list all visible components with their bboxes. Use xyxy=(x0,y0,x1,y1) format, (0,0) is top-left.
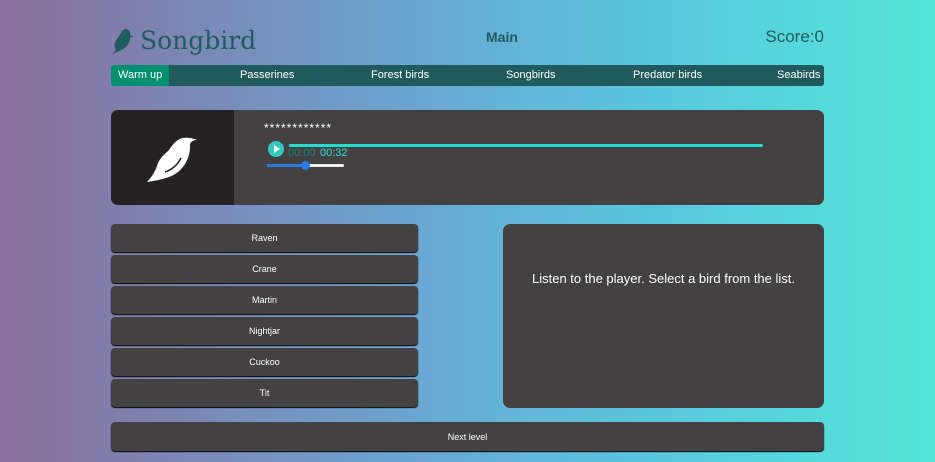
logo[interactable]: Songbird xyxy=(111,26,256,55)
answer-list: Raven Crane Martin Nightjar Cuckoo Tit xyxy=(111,224,418,410)
volume-knob[interactable] xyxy=(301,161,310,170)
answer-option[interactable]: Tit xyxy=(111,379,418,407)
time-current: 00:00 xyxy=(288,147,316,159)
bird-logo-icon xyxy=(113,28,134,54)
answer-option[interactable]: Raven xyxy=(111,224,418,252)
instruction-text: Listen to the player. Select a bird from… xyxy=(531,271,796,286)
bird-silhouette-icon xyxy=(146,137,197,182)
nav-item-warm-up[interactable]: Warm up xyxy=(111,65,170,86)
play-button[interactable] xyxy=(268,141,284,157)
nav-item-predator-birds[interactable]: Predator birds xyxy=(633,65,702,86)
answer-option[interactable]: Nightjar xyxy=(111,317,418,345)
answer-option[interactable]: Crane xyxy=(111,255,418,283)
volume-slider[interactable] xyxy=(267,161,344,170)
nav-item-songbirds[interactable]: Songbirds xyxy=(506,65,556,86)
hidden-bird-name: ************ xyxy=(264,121,333,135)
nav-item-passerines[interactable]: Passerines xyxy=(240,65,294,86)
score: Score:0 xyxy=(765,27,824,47)
score-value: 0 xyxy=(814,27,824,46)
nav-item-forest-birds[interactable]: Forest birds xyxy=(371,65,429,86)
main-link[interactable]: Main xyxy=(486,29,518,45)
header: Songbird Main Score:0 xyxy=(111,22,824,58)
score-label: Score: xyxy=(765,27,815,46)
logo-text: Songbird xyxy=(140,26,257,55)
bird-info-panel: Listen to the player. Select a bird from… xyxy=(503,224,824,408)
nav-item-seabirds[interactable]: Seabirds xyxy=(777,65,820,86)
volume-fill xyxy=(267,164,306,167)
bird-image xyxy=(111,110,234,205)
player-panel: ************ 00:00 00:32 xyxy=(111,110,824,205)
answer-option[interactable]: Cuckoo xyxy=(111,348,418,376)
time-total: 00:32 xyxy=(320,147,348,159)
category-nav: Warm up Passerines Forest birds Songbird… xyxy=(111,65,824,86)
audio-progress-bar[interactable] xyxy=(289,144,763,147)
next-level-button[interactable]: Next level xyxy=(111,422,824,451)
answer-option[interactable]: Martin xyxy=(111,286,418,314)
